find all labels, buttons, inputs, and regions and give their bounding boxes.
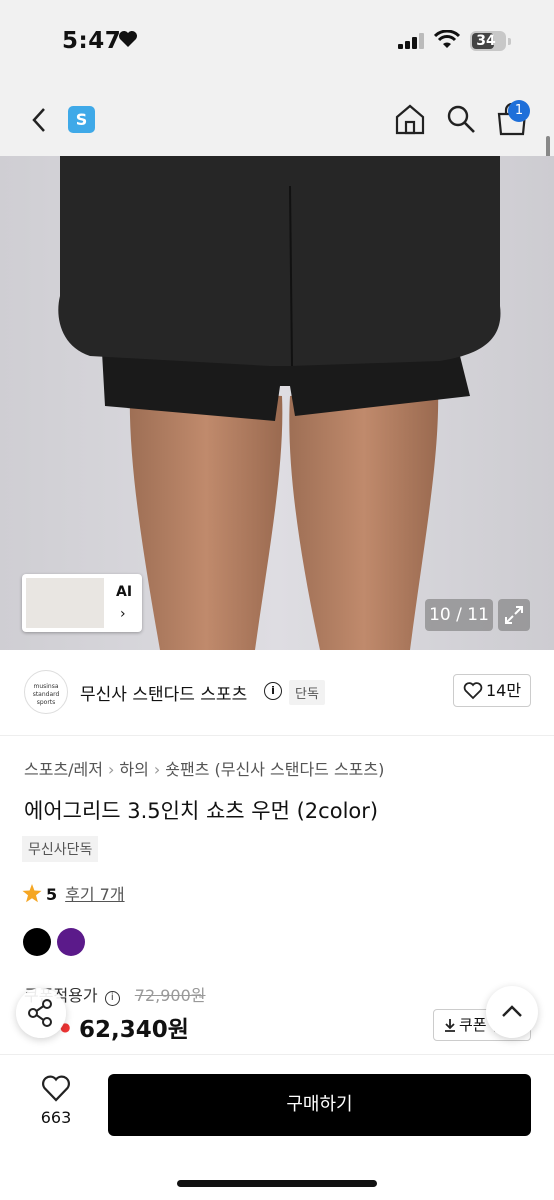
- status-time: 5:47: [62, 28, 122, 54]
- wishlist-count: 663: [40, 1108, 72, 1127]
- brand-name[interactable]: 무신사 스탠다드 스포츠: [80, 680, 247, 705]
- home-icon[interactable]: [393, 102, 427, 136]
- signal-icon: [398, 33, 424, 49]
- expand-button[interactable]: [498, 599, 530, 631]
- review-link[interactable]: 후기 7개: [65, 885, 124, 904]
- chevron-up-icon: [502, 1005, 522, 1017]
- star-icon: [22, 884, 42, 903]
- back-icon[interactable]: [28, 106, 50, 134]
- original-price: 72,900원: [134, 986, 206, 1005]
- share-button[interactable]: [16, 988, 66, 1038]
- image-counter: 10 / 11: [425, 599, 493, 631]
- status-bar: 5:47 34: [0, 0, 554, 84]
- expand-icon: [505, 606, 523, 624]
- brand-like-count: 14만: [486, 681, 522, 700]
- brand-row: musinsa standard sports 무신사 스탠다드 스포츠 i 단…: [0, 650, 554, 736]
- thumbnail-image: [26, 578, 104, 628]
- battery-level: 34: [476, 33, 496, 49]
- wishlist-button[interactable]: 663: [30, 1075, 82, 1127]
- breadcrumb-separator: ›: [108, 760, 115, 779]
- heart-status-icon: [119, 31, 137, 47]
- ai-label: AI: [116, 584, 133, 600]
- app-badge[interactable]: S: [68, 106, 95, 133]
- heart-icon: [463, 682, 483, 700]
- breadcrumb-item[interactable]: 숏팬츠 (무신사 스탠다드 스포츠): [165, 760, 384, 779]
- rating-score: 5: [46, 885, 58, 904]
- breadcrumb-item[interactable]: 스포츠/레저: [24, 760, 103, 779]
- product-tag: 무신사단독: [22, 836, 99, 862]
- brand-like-button[interactable]: 14만: [453, 674, 531, 707]
- chevron-right-icon: ›: [120, 606, 126, 622]
- info-icon[interactable]: i: [264, 682, 282, 700]
- share-icon: [28, 999, 52, 1027]
- color-swatch-black[interactable]: [23, 928, 51, 956]
- price-info-icon[interactable]: i: [104, 991, 120, 1006]
- battery-cap: [508, 38, 511, 45]
- top-navigation: S: [0, 84, 554, 156]
- breadcrumb-separator: ›: [153, 760, 161, 779]
- cart-count-badge: 1: [508, 100, 530, 122]
- search-icon[interactable]: [446, 104, 476, 134]
- bottom-action-bar: 663 구매하기: [0, 1054, 554, 1200]
- current-price: 62,340원: [79, 1017, 189, 1043]
- rating-row: 5 후기 7개: [22, 881, 125, 905]
- exclusive-badge: 단독: [289, 680, 325, 705]
- battery-indicator: 34: [470, 31, 506, 51]
- heart-icon: [42, 1075, 70, 1102]
- brand-logo[interactable]: musinsa standard sports: [24, 670, 68, 714]
- product-title: 에어그리드 3.5인치 쇼츠 우먼 (2color): [24, 799, 379, 823]
- buy-button[interactable]: 구매하기: [108, 1074, 531, 1136]
- home-indicator[interactable]: [177, 1180, 377, 1187]
- scroll-top-button[interactable]: [486, 986, 538, 1038]
- breadcrumb-item[interactable]: 하의: [119, 760, 148, 779]
- breadcrumb: 스포츠/레저 › 하의 › 숏팬츠 (무신사 스탠다드 스포츠): [24, 756, 384, 780]
- download-icon: [445, 1019, 455, 1032]
- color-swatch-purple[interactable]: [57, 928, 85, 956]
- wifi-icon: [434, 30, 460, 48]
- ai-thumbnail[interactable]: AI ›: [22, 574, 142, 632]
